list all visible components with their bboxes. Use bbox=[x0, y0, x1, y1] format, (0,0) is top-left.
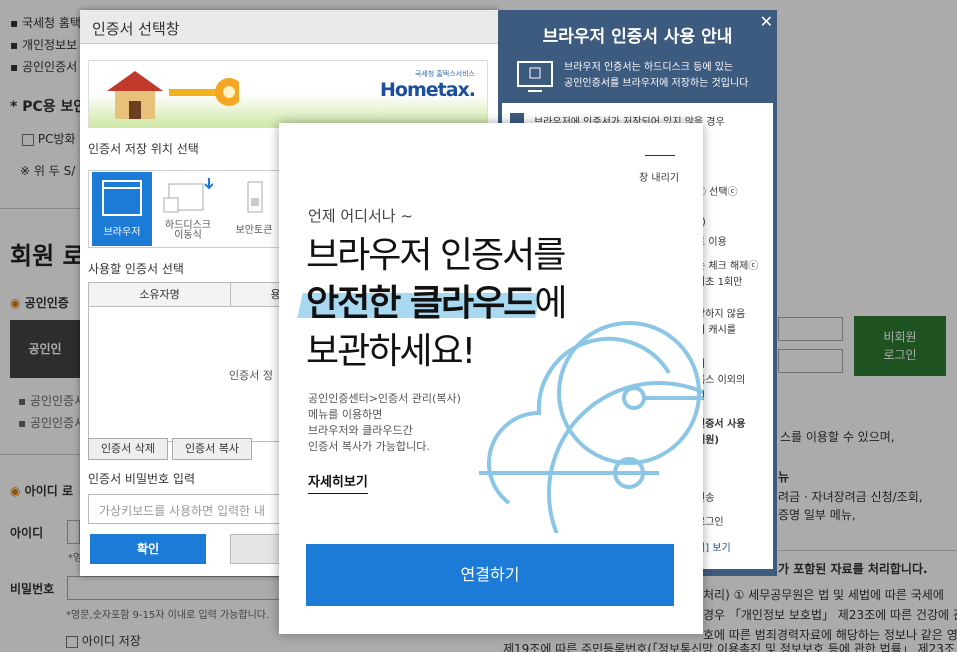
security-token-icon bbox=[247, 181, 263, 213]
logo-subtitle: 국세청 홈택스서비스 bbox=[414, 70, 475, 78]
location-browser[interactable]: 브라우저 bbox=[92, 172, 152, 246]
cloud-illustration bbox=[479, 321, 703, 533]
location-token[interactable]: 보안토큰 bbox=[224, 172, 284, 246]
cloud-promo-modal: 창 내리기 언제 어디서나 ~ 브라우저 인증서를 안전한 클라우드에 보관하세… bbox=[279, 123, 703, 634]
guide-description: 브라우저 인증서는 하드디스크 등에 있는 공인인증서를 브라우저에 저장하는 … bbox=[564, 62, 749, 89]
headline-line-3: 보관하세요! bbox=[306, 331, 476, 372]
select-cert-label: 사용할 인증서 선택 bbox=[88, 262, 184, 276]
location-label-browser: 브라우저 bbox=[103, 227, 141, 238]
connect-button[interactable]: 연결하기 bbox=[306, 544, 674, 606]
logo-text: Hometax. bbox=[379, 79, 476, 101]
guide-item: 록스 이외의 bbox=[696, 375, 746, 386]
headline-line-2: 안전한 클라우드에 bbox=[306, 279, 568, 329]
browser-icon bbox=[102, 180, 142, 216]
guide-item: 장하지 않음 bbox=[696, 309, 746, 320]
close-icon[interactable]: ✕ bbox=[760, 12, 773, 31]
location-harddisk[interactable]: 하드디스크 이동식 bbox=[158, 172, 218, 246]
delete-cert-button[interactable]: 인증서 삭제 bbox=[88, 438, 168, 460]
monitor-icon bbox=[517, 61, 553, 92]
hometax-banner: 국세청 홈택스서비스 Hometax. bbox=[88, 60, 488, 128]
location-label-harddisk: 하드디스크 이동식 bbox=[165, 220, 211, 241]
house-key-illustration bbox=[107, 71, 243, 119]
harddisk-icon bbox=[163, 178, 214, 213]
headline-highlight: 안전한 클라우드 bbox=[306, 283, 536, 324]
guide-item: 는 체크 해제ⓒ bbox=[696, 261, 759, 272]
modal-subtitle: 언제 어디서나 ~ bbox=[308, 207, 413, 225]
cert-table-empty: 인증서 정 bbox=[229, 369, 273, 382]
detail-link[interactable]: 자세히보기 bbox=[308, 471, 368, 494]
hometax-logo: 국세청 홈택스서비스 Hometax. bbox=[379, 69, 476, 101]
minimize-button[interactable]: 창 내리기 bbox=[639, 169, 679, 184]
col-owner: 소유자명 bbox=[89, 283, 231, 306]
minimize-icon[interactable] bbox=[645, 155, 675, 156]
location-label: 인증서 저장 위치 선택 bbox=[88, 142, 199, 156]
guide-item: 인증서 사용 bbox=[696, 419, 746, 430]
modal-body: 공인인증센터>인증서 관리(복사) 메뉴를 이용하면 브라우저와 클라우드간 인… bbox=[308, 392, 461, 453]
headline-rest: 에 bbox=[534, 283, 567, 324]
password-label: 인증서 비밀번호 입력 bbox=[88, 472, 195, 486]
dialog-title: 인증서 선택창 bbox=[80, 10, 498, 44]
guide-title: 브라우저 인증서 사용 안내 bbox=[542, 27, 733, 47]
ok-button[interactable]: 확인 bbox=[90, 534, 206, 564]
copy-cert-button[interactable]: 인증서 복사 bbox=[172, 438, 252, 460]
location-label-token: 보안토큰 bbox=[235, 225, 273, 236]
headline-line-1: 브라우저 인증서를 bbox=[306, 235, 566, 276]
